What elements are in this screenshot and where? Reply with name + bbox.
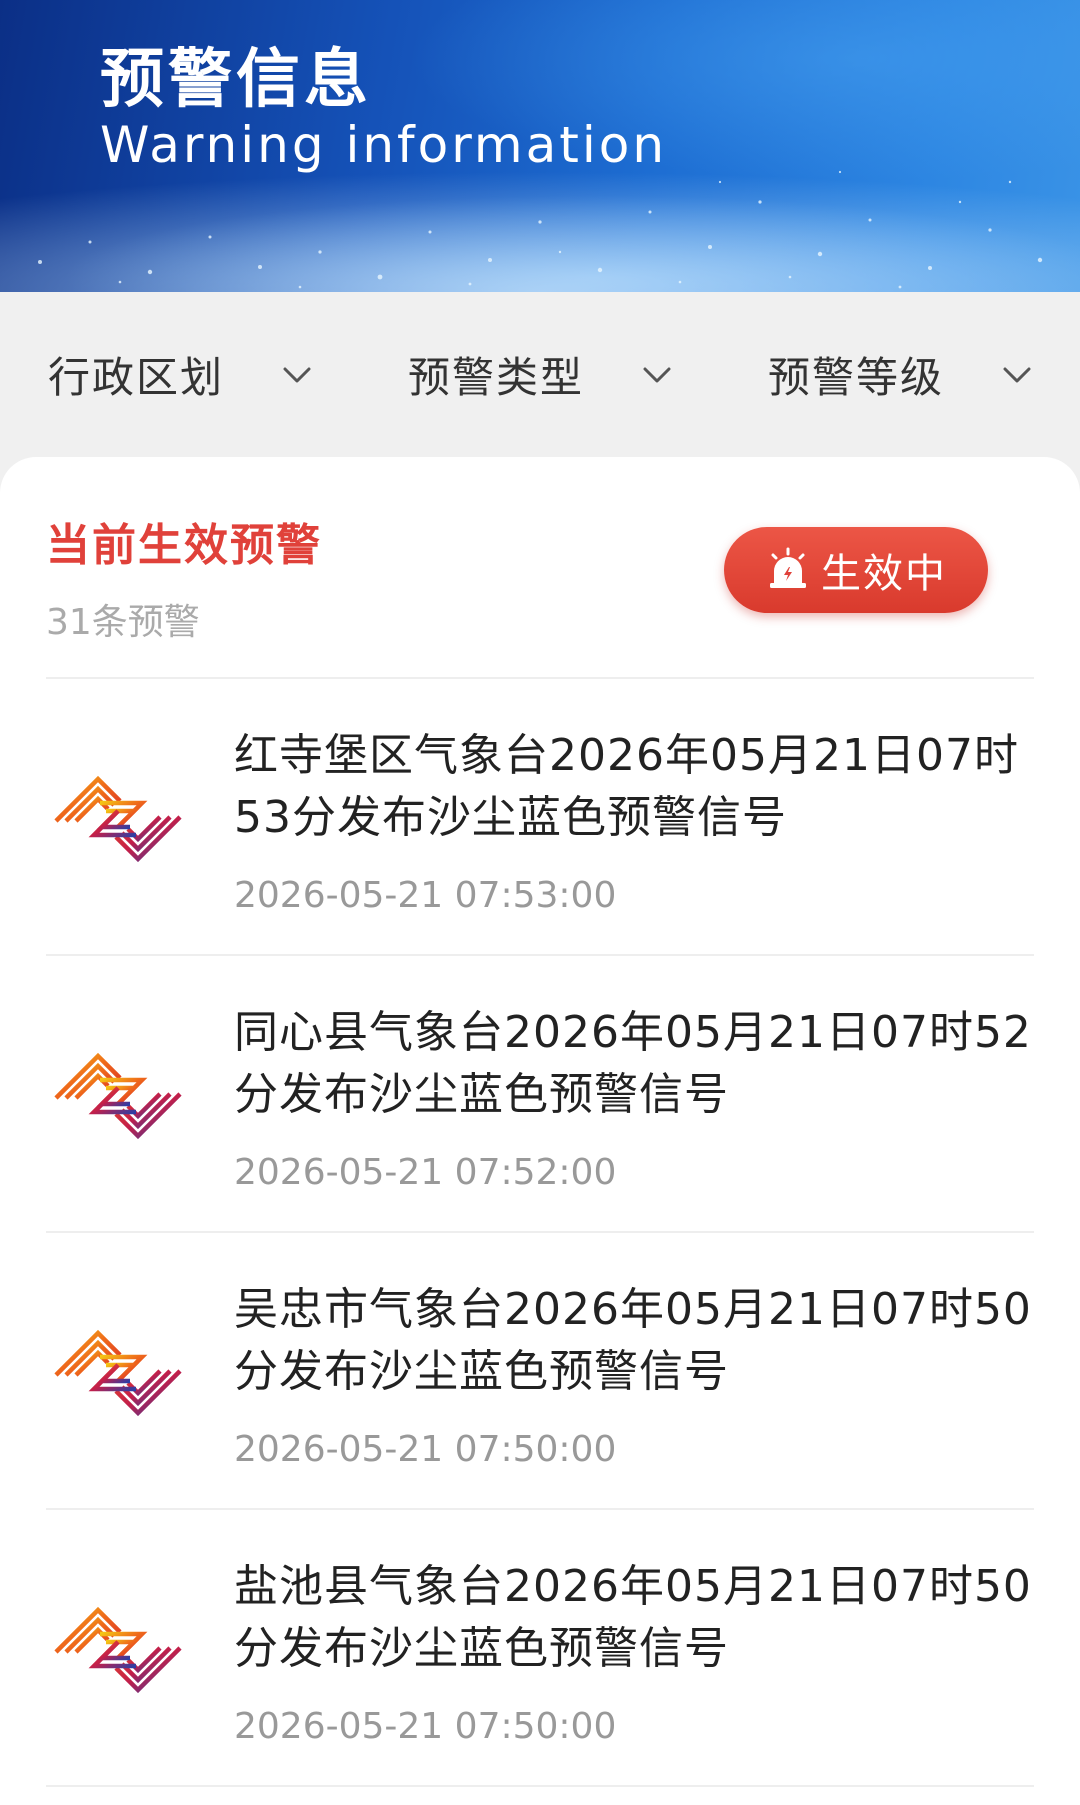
chevron-down-icon [283, 367, 311, 382]
warning-list-item[interactable]: 盐池县气象台2026年05月21日07时50分发布沙尘蓝色预警信号 2026-0… [46, 1510, 1034, 1787]
warning-count: 31条预警 [46, 602, 200, 643]
alarm-icon [770, 547, 806, 588]
warning-time: 2026-05-21 07:50:00 [234, 1429, 617, 1470]
warning-logo-icon [54, 1329, 182, 1417]
chevron-down-icon [643, 367, 671, 382]
filter-type-dropdown[interactable]: 预警类型 [360, 292, 720, 457]
warning-logo-icon [54, 775, 182, 863]
warning-time: 2026-05-21 07:53:00 [234, 875, 617, 916]
warning-title: 同心县气象台2026年05月21日07时52分发布沙尘蓝色预警信号 [234, 1007, 1032, 1120]
warning-list-item[interactable]: 红寺堡区气象台2026年05月21日07时53分发布沙尘蓝色预警信号 2026-… [46, 679, 1034, 956]
card-title: 当前生效预警 [46, 520, 322, 571]
warning-list: 红寺堡区气象台2026年05月21日07时53分发布沙尘蓝色预警信号 2026-… [46, 679, 1034, 1787]
warning-time: 2026-05-21 07:52:00 [234, 1152, 617, 1193]
page-title: 预警信息 [100, 43, 372, 117]
filter-region-label: 行政区划 [47, 353, 224, 402]
filter-region-dropdown[interactable]: 行政区划 [0, 292, 360, 457]
active-status-button[interactable]: 生效中 [724, 527, 988, 613]
page-subtitle: Warning information [100, 116, 668, 174]
warning-title: 盐池县气象台2026年05月21日07时50分发布沙尘蓝色预警信号 [234, 1561, 1032, 1674]
warning-list-item[interactable]: 同心县气象台2026年05月21日07时52分发布沙尘蓝色预警信号 2026-0… [46, 956, 1034, 1233]
filter-bar: 行政区划 预警类型 预警等级 [0, 292, 1080, 457]
header-banner: 预警信息 Warning information [0, 0, 1080, 292]
warning-time: 2026-05-21 07:50:00 [234, 1706, 617, 1747]
filter-type-label: 预警类型 [407, 353, 584, 402]
status-button-label: 生效中 [821, 551, 947, 597]
warning-logo-icon [54, 1606, 182, 1694]
warning-logo-icon [54, 1052, 182, 1140]
card-header: 当前生效预警 31条预警 生效中 [46, 457, 1034, 679]
filter-level-dropdown[interactable]: 预警等级 [720, 292, 1080, 457]
filter-level-label: 预警等级 [767, 353, 944, 402]
warning-title: 红寺堡区气象台2026年05月21日07时53分发布沙尘蓝色预警信号 [234, 730, 1019, 843]
warning-list-item[interactable]: 吴忠市气象台2026年05月21日07时50分发布沙尘蓝色预警信号 2026-0… [46, 1233, 1034, 1510]
active-warnings-card: 当前生效预警 31条预警 生效中 红寺堡区气象台2026年05月21日07时53… [0, 457, 1080, 1805]
chevron-down-icon [1003, 367, 1031, 382]
warning-title: 吴忠市气象台2026年05月21日07时50分发布沙尘蓝色预警信号 [234, 1284, 1032, 1397]
